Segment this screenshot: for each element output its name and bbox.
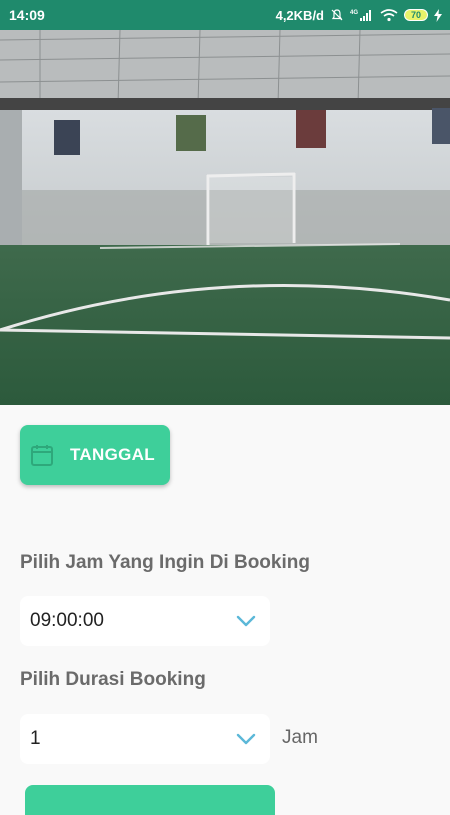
mute-bell-icon xyxy=(330,8,344,22)
duration-select-label: Pilih Durasi Booking xyxy=(20,669,206,690)
submit-button[interactable] xyxy=(25,785,275,815)
network-type: 4G xyxy=(350,10,358,16)
time-select-value: 09:00:00 xyxy=(30,610,104,631)
date-button[interactable]: TANGGAL xyxy=(20,425,170,485)
battery-icon: 70 xyxy=(404,9,428,21)
charging-icon xyxy=(434,8,442,22)
network-speed: 4,2KB/d xyxy=(275,7,324,23)
wifi-icon xyxy=(380,8,398,22)
futsal-court-photo xyxy=(0,30,450,405)
signal-icon: 4G xyxy=(350,8,374,22)
time-select-label: Pilih Jam Yang Ingin Di Booking xyxy=(20,552,310,573)
calendar-icon xyxy=(30,443,54,467)
chevron-down-icon xyxy=(236,733,256,745)
chevron-down-icon xyxy=(236,615,256,627)
duration-unit: Jam xyxy=(282,727,318,748)
time-select[interactable]: 09:00:00 xyxy=(20,596,270,646)
status-time: 14:09 xyxy=(9,7,45,23)
date-button-label: TANGGAL xyxy=(70,445,155,464)
duration-select-value: 1 xyxy=(30,728,41,749)
status-bar: 14:09 4,2KB/d 4G 70 xyxy=(0,0,450,30)
duration-select[interactable]: 1 xyxy=(20,714,270,764)
status-icons: 4,2KB/d 4G 70 xyxy=(276,8,442,23)
